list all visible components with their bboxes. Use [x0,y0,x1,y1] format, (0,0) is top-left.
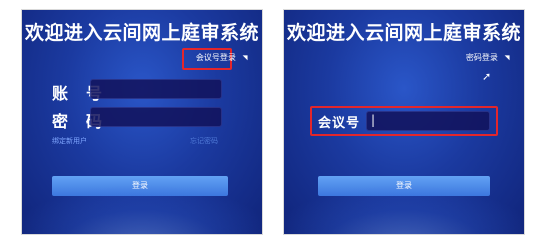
mode-switch-password[interactable]: 密码登录 ◥ [466,52,510,63]
login-panel-password: 欢迎进入云间网上庭审系统 会议号登录◥ 账号 密码 绑定新用户 忘记密码 登录 [22,10,262,234]
decorative-wave [22,184,262,234]
bind-user-link[interactable]: 绑定新用户 [52,136,87,146]
app-title: 欢迎进入云间网上庭审系统 [24,22,259,44]
mode-switch-meeting[interactable]: 会议号登录 ◥ [196,52,248,63]
text-caret: | [371,113,376,127]
forgot-password-link[interactable]: 忘记密码 [190,136,218,146]
account-input[interactable] [90,79,222,99]
mode-switch-label: 会议号登录 [195,53,236,62]
meeting-label: 会议号 [318,116,361,131]
app-title: 欢迎进入云间网上庭审系统 [286,22,521,44]
mouse-pointer-icon: ➚ [482,70,492,83]
chevron-icon: ◥ [242,53,248,62]
password-input[interactable] [90,107,222,127]
decorative-wave [284,184,524,234]
chevron-icon: ◥ [504,53,510,62]
meeting-number-input[interactable]: | [366,111,490,131]
login-panel-meeting: 欢迎进入云间网上庭审系统 密码登录◥ ➚ 会议号 | 登录 [284,10,524,234]
mode-switch-label: 密码登录 [465,53,498,62]
